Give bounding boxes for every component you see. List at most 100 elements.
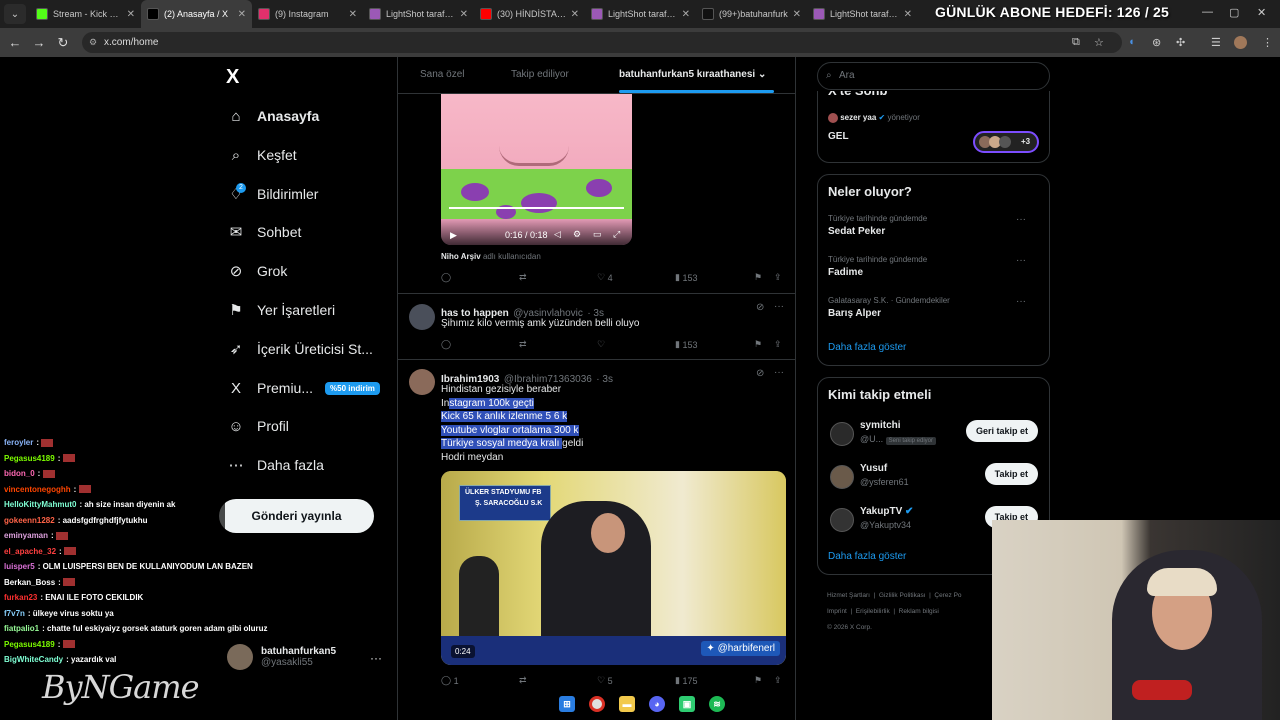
x-logo[interactable]: X	[226, 66, 239, 89]
like-button[interactable]: ♡ 5	[597, 675, 613, 686]
sidebar-item[interactable]: ⌂ Anasayfa	[226, 106, 319, 126]
tweet-time[interactable]: · 3s	[596, 374, 613, 385]
bookmark-star-icon[interactable]: ☆	[1094, 36, 1104, 49]
reply-button[interactable]: ◯ 1	[441, 675, 459, 686]
reply-icon[interactable]: ◯	[441, 272, 451, 283]
more-icon[interactable]: ···	[774, 367, 784, 378]
footer-link[interactable]: Imprint	[827, 608, 847, 615]
site-info-icon[interactable]: ⚙	[89, 32, 97, 53]
show-more-link[interactable]: Daha fazla göster	[828, 551, 906, 562]
video-progress-bar[interactable]	[449, 207, 624, 209]
video-source[interactable]: Niho Arşiv adlı kullanıcıdan	[441, 252, 541, 261]
close-tab-icon[interactable]: ✕	[571, 9, 579, 20]
media-icon[interactable]: ☰	[1211, 36, 1221, 49]
chat-username[interactable]: BigWhiteCandy	[4, 655, 63, 664]
tab-for-you[interactable]: Sana özel	[420, 69, 464, 80]
close-tab-icon[interactable]: ✕	[127, 9, 135, 20]
minimize-icon[interactable]: —	[1202, 6, 1213, 18]
sidebar-item[interactable]: ⋯ Daha fazla	[226, 455, 324, 475]
close-tab-icon[interactable]: ✕	[460, 9, 468, 20]
chat-username[interactable]: bidon_0	[4, 469, 35, 478]
settings-icon[interactable]: ⚙	[573, 229, 581, 240]
app-icon[interactable]: ▣	[679, 696, 695, 712]
community-members[interactable]: +3	[973, 131, 1039, 153]
share-icon[interactable]: ⇪	[774, 675, 782, 686]
footer-link[interactable]: Gizlilik Politikası	[879, 592, 926, 599]
sidebar-item[interactable]: ⊘ Grok	[226, 261, 288, 281]
heart-icon[interactable]: ♡	[597, 339, 605, 350]
close-tab-icon[interactable]: ✕	[349, 9, 357, 20]
views-button[interactable]: ▮ 153	[675, 272, 698, 283]
fullscreen-icon[interactable]: ⤢	[613, 229, 620, 240]
grok-icon[interactable]: ⊘	[756, 302, 764, 313]
profile-avatar-icon[interactable]	[1234, 36, 1247, 49]
sidebar-item[interactable]: ⌕ Keşfet	[226, 145, 297, 165]
spotify-icon[interactable]: ≋	[709, 696, 725, 712]
repost-icon[interactable]: ⇄	[519, 272, 527, 283]
volume-icon[interactable]: ◁	[554, 229, 561, 240]
close-tab-icon[interactable]: ✕	[904, 9, 912, 20]
browser-tab[interactable]: (9) Instagram ✕	[252, 0, 363, 28]
grok-icon[interactable]: ⊘	[756, 368, 764, 379]
chrome-icon[interactable]	[589, 696, 605, 712]
bookmark-icon[interactable]: ⚑	[754, 272, 762, 283]
repost-icon[interactable]: ⇄	[519, 675, 527, 686]
post-button[interactable]: Gönderi yayınla	[219, 499, 374, 533]
footer-link[interactable]: Çerez Po	[934, 592, 961, 599]
avatar[interactable]	[409, 369, 435, 395]
windows-start-icon[interactable]: ⊞	[559, 696, 575, 712]
extension-icon[interactable]: ⊛	[1152, 36, 1161, 49]
video-player[interactable]: ▶ 0:16 / 0:18 ◁ ⚙ ▭ ⤢	[441, 94, 632, 245]
follow-suggestion[interactable]: symitchi @U... Seni takip ediyor Geri taki…	[818, 418, 1049, 454]
more-icon[interactable]: ···	[1016, 255, 1026, 266]
trend-item[interactable]: Türkiye tarihinde gündemde Sedat Peker ···	[828, 214, 1038, 237]
repost-icon[interactable]: ⇄	[519, 339, 527, 350]
search-input[interactable]: ⌕ Ara	[817, 62, 1050, 90]
folder-icon[interactable]: ▬	[619, 696, 635, 712]
browser-tab[interactable]: (30) HİNDİSTAN İL ✕	[474, 0, 585, 28]
close-tab-icon[interactable]: ✕	[793, 9, 801, 20]
sidebar-item[interactable]: ➶ İçerik Üreticisi St...	[226, 339, 373, 359]
follow-button[interactable]: Takip et	[984, 463, 1038, 485]
footer-link[interactable]: Reklam bilgisi	[899, 608, 939, 615]
sidebar-item[interactable]: X Premiu... %50 indirim	[226, 378, 380, 398]
chat-username[interactable]: el_apache_32	[4, 547, 56, 556]
share-icon[interactable]: ⇪	[774, 272, 782, 283]
chat-username[interactable]: f7v7n	[4, 609, 25, 618]
tab-search-button[interactable]: ⌄	[4, 4, 26, 24]
sidebar-item[interactable]: ✉ Sohbet	[226, 222, 302, 242]
tweet[interactable]: has to happen @yasinvlahovic · 3s ⊘ ··· …	[398, 293, 795, 360]
more-icon[interactable]: ···	[1016, 296, 1026, 307]
chat-username[interactable]: vincentonegoghh	[4, 485, 71, 494]
reload-icon[interactable]: ↻	[51, 35, 75, 51]
bookmark-icon[interactable]: ⚑	[754, 339, 762, 350]
chat-username[interactable]: HelloKittyMahmut0	[4, 500, 76, 509]
avatar[interactable]	[409, 304, 435, 330]
pip-icon[interactable]: ▭	[593, 229, 602, 240]
video-player[interactable]: ÜLKER STADYUMU FB Ş. SARACOĞLU S.K 0:24 …	[441, 471, 786, 665]
chat-username[interactable]: Berkan_Boss	[4, 578, 55, 587]
follow-suggestion[interactable]: Yusuf @ysferen61 Takip et	[818, 461, 1049, 497]
community-panel[interactable]: X'te Sohb sezer yaa ✔ yönetiyor GEL +3	[817, 91, 1050, 163]
puzzle-icon[interactable]: ✣	[1176, 36, 1185, 49]
follow-button[interactable]: Geri takip et	[965, 420, 1038, 442]
views-button[interactable]: ▮ 175	[675, 675, 698, 686]
discord-icon[interactable]: ◕	[649, 696, 665, 712]
trend-item[interactable]: Galatasaray S.K. · Gündemdekiler Barış Al…	[828, 296, 1038, 319]
maximize-icon[interactable]: ▢	[1229, 6, 1239, 19]
back-icon[interactable]: ←	[3, 35, 27, 50]
trend-item[interactable]: Türkiye tarihinde gündemde Fadime ···	[828, 255, 1038, 278]
browser-tab[interactable]: LightShot tarafından ✕	[807, 0, 918, 28]
bookmark-icon[interactable]: ⚑	[754, 675, 762, 686]
share-icon[interactable]: ⇪	[774, 339, 782, 350]
more-icon[interactable]: ···	[1016, 214, 1026, 225]
footer-link[interactable]: Hizmet Şartları	[827, 592, 870, 599]
tweet[interactable]: Ibrahim1903 @Ibrahim71363036 · 3s ⊘ ··· …	[398, 359, 795, 720]
play-icon[interactable]: ▶	[450, 230, 457, 241]
chat-username[interactable]: furkan23	[4, 593, 37, 602]
menu-kebab-icon[interactable]: ⋮	[1262, 36, 1273, 49]
close-tab-icon[interactable]: ✕	[682, 9, 690, 20]
browser-tab[interactable]: (2) Anasayfa / X ✕	[141, 0, 252, 28]
forward-icon[interactable]: →	[27, 35, 51, 50]
avatar[interactable]	[830, 465, 854, 489]
